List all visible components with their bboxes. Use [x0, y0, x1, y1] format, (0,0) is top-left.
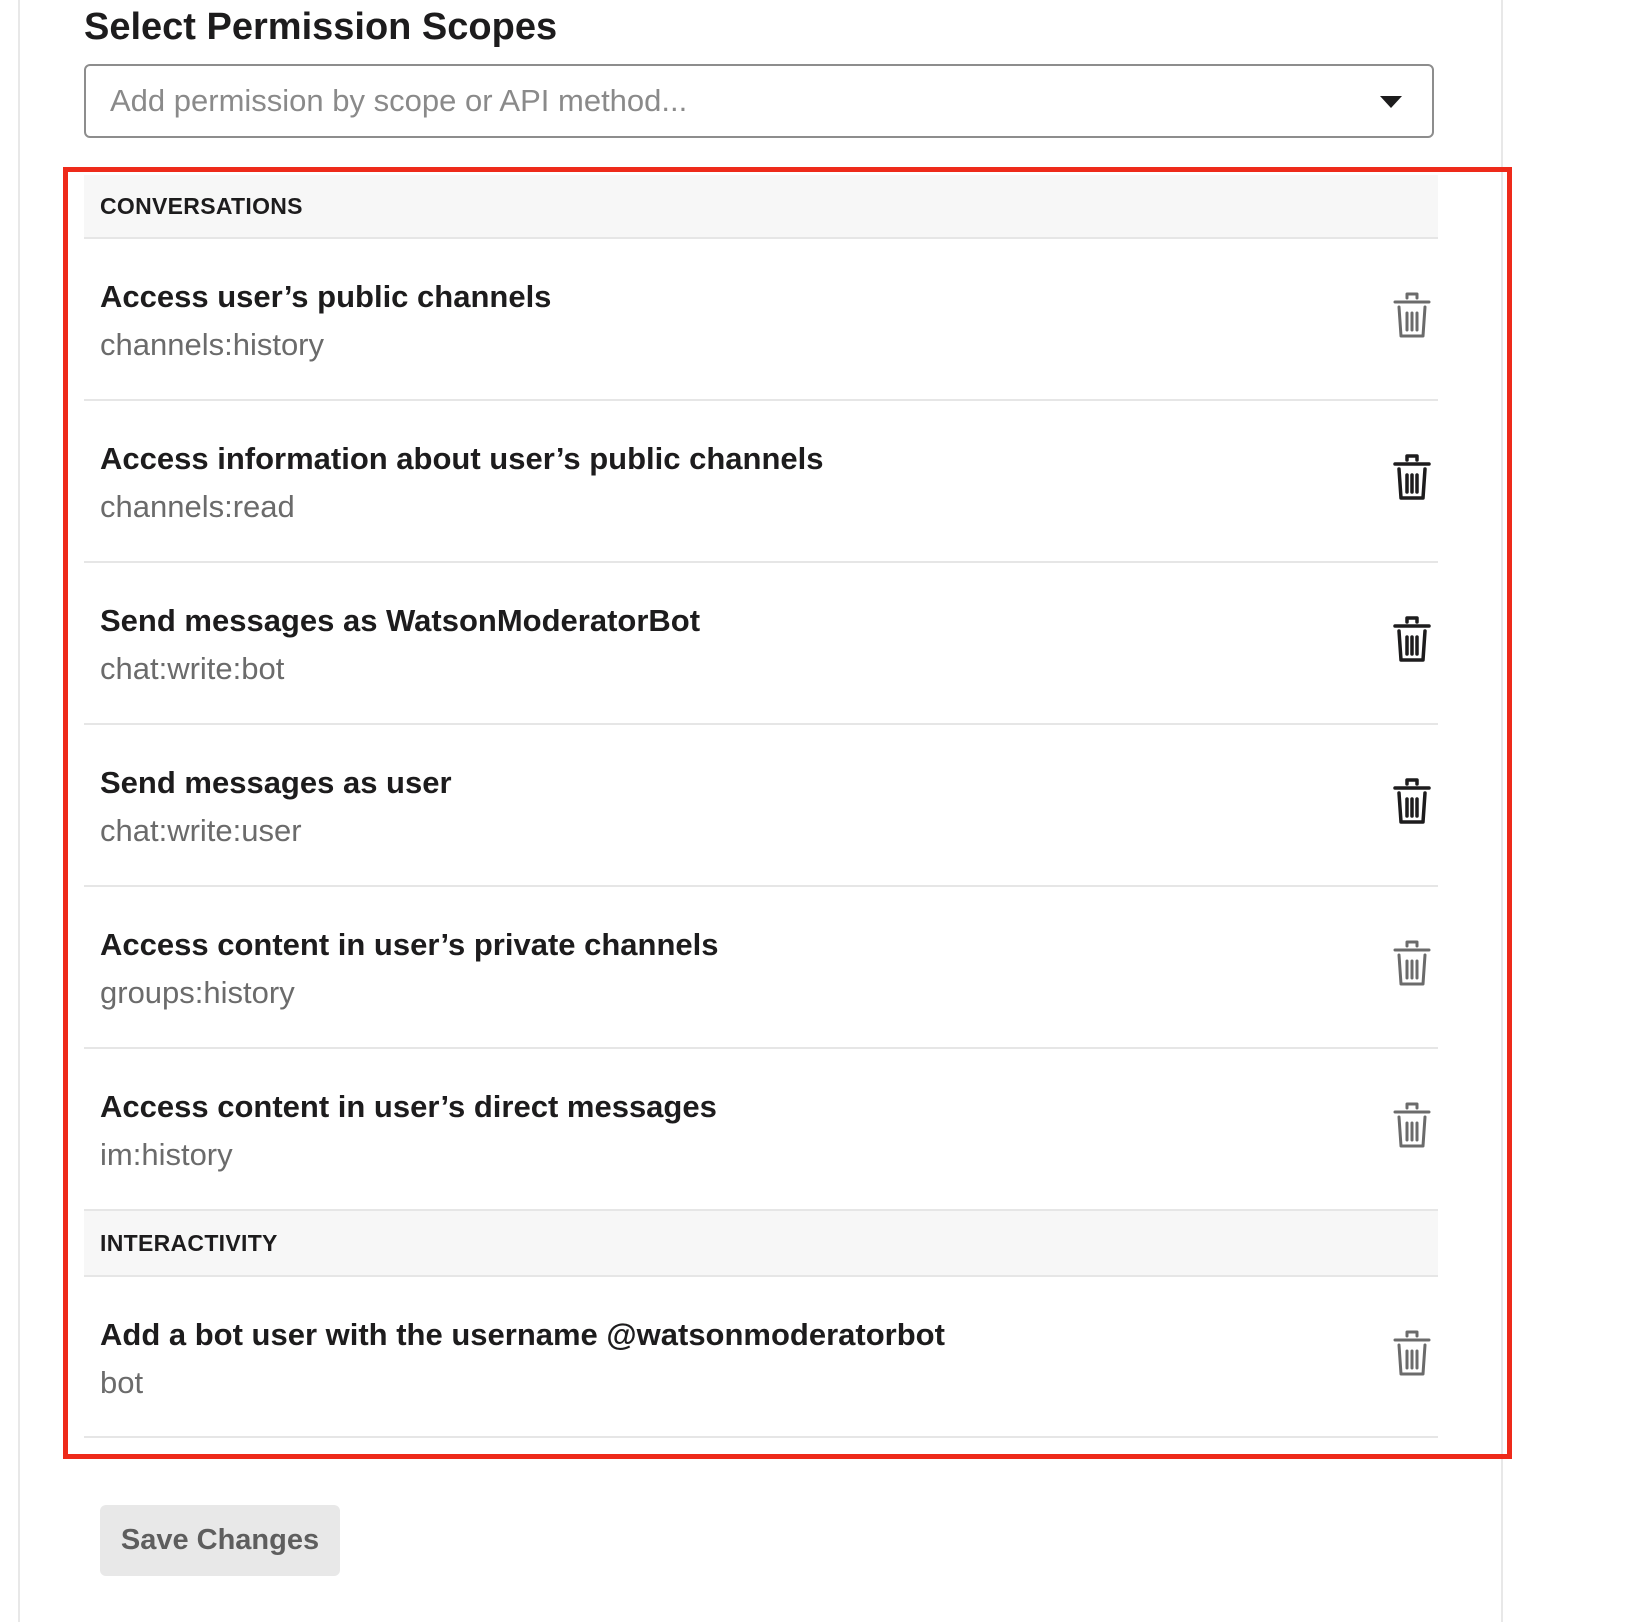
- scope-search-placeholder: Add permission by scope or API method...: [110, 83, 688, 118]
- caret-down-icon[interactable]: [1380, 96, 1402, 108]
- highlight-annotation-box: [63, 167, 1512, 1459]
- app-page: Select Permission Scopes Add permission …: [0, 0, 1642, 1622]
- save-changes-button[interactable]: Save Changes: [100, 1505, 340, 1576]
- scope-search-select[interactable]: Add permission by scope or API method...: [84, 64, 1434, 138]
- page-title: Select Permission Scopes: [84, 6, 558, 48]
- content-left-border: [18, 0, 20, 1622]
